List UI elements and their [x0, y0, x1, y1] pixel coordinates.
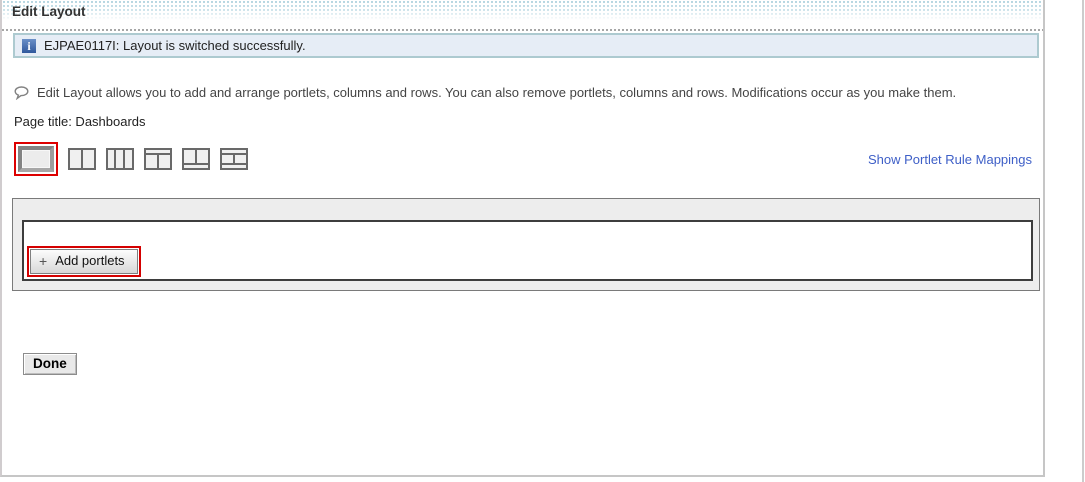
- layout-selector: [14, 142, 258, 176]
- info-message-bar: i EJPAE0117I: Layout is switched success…: [13, 33, 1039, 58]
- add-portlets-button[interactable]: + Add portlets: [30, 249, 138, 274]
- one-column-layout-icon[interactable]: [18, 146, 54, 172]
- selected-layout-highlight: [14, 142, 58, 176]
- info-icon: i: [22, 38, 36, 53]
- edit-layout-panel: Edit Layout i EJPAE0117I: Layout is swit…: [0, 0, 1045, 477]
- comment-bubble-icon: [14, 86, 29, 100]
- page-title: Edit Layout: [12, 4, 86, 19]
- layout-column: + Add portlets: [22, 220, 1033, 281]
- page-title-line: Page title: Dashboards: [14, 114, 146, 129]
- three-columns-layout-icon[interactable]: [106, 148, 134, 170]
- plus-icon: +: [39, 253, 48, 270]
- done-button[interactable]: Done: [23, 353, 77, 375]
- info-message-text: EJPAE0117I: Layout is switched successfu…: [44, 38, 306, 53]
- page-header: Edit Layout: [2, 0, 1043, 22]
- help-row: Edit Layout allows you to add and arrang…: [14, 85, 1023, 100]
- header-separator: [2, 29, 1043, 31]
- add-portlets-highlight: + Add portlets: [27, 246, 141, 277]
- layout-canvas: + Add portlets: [12, 198, 1040, 291]
- two-columns-layout-icon[interactable]: [68, 148, 96, 170]
- add-portlets-label: Add portlets: [55, 253, 125, 269]
- window-right-border: [1082, 0, 1084, 482]
- help-text: Edit Layout allows you to add and arrang…: [37, 85, 957, 100]
- header-two-columns-layout-icon[interactable]: [144, 148, 172, 170]
- two-columns-footer-layout-icon[interactable]: [182, 148, 210, 170]
- show-portlet-rule-mappings-link[interactable]: Show Portlet Rule Mappings: [868, 152, 1032, 167]
- header-two-columns-footer-layout-icon[interactable]: [220, 148, 248, 170]
